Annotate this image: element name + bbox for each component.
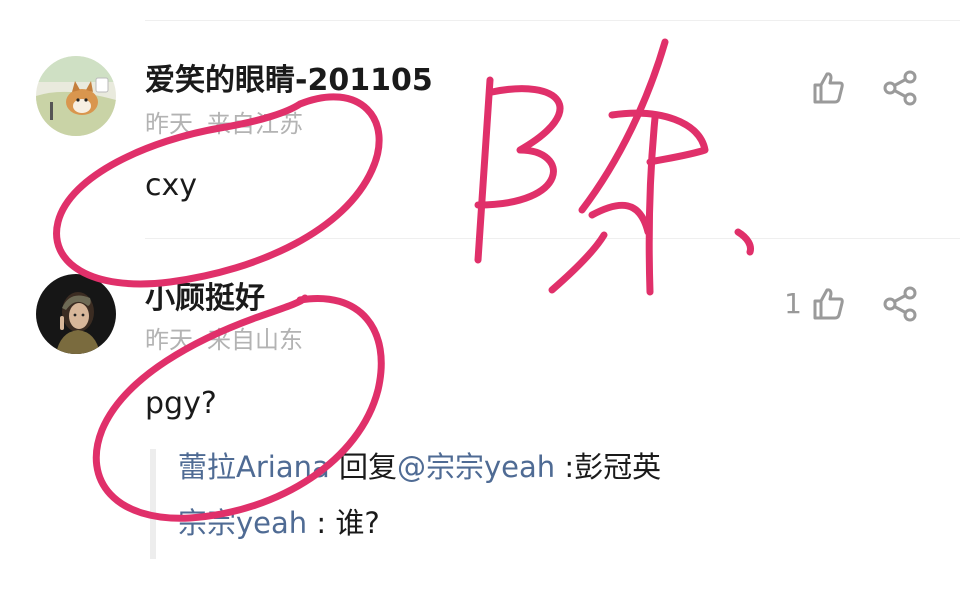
share-icon[interactable] (880, 68, 920, 108)
share-icon[interactable] (880, 284, 920, 324)
reply-separator: : (307, 506, 336, 540)
username[interactable]: 小顾挺好 (145, 281, 265, 317)
ink-stroke (474, 85, 564, 209)
comment-divider (145, 238, 960, 239)
ink-stroke (734, 228, 754, 256)
ink-stroke (588, 201, 652, 236)
comment-meta: 昨天 来自江苏 (145, 109, 303, 139)
corgi-avatar-icon (36, 56, 116, 136)
ink-stroke (578, 38, 669, 214)
comment-actions (808, 68, 920, 108)
ink-stroke (645, 114, 659, 296)
reply-mention[interactable]: @宗宗yeah (397, 450, 555, 484)
comment-text: cxy (145, 168, 198, 203)
reply-author[interactable]: 宗宗yeah (178, 506, 307, 540)
username[interactable]: 爱笑的眼睛-201105 (145, 63, 433, 99)
reply-content: 彭冠英 (574, 450, 662, 484)
like-count: 1 (784, 287, 802, 320)
comment-location: 来自山东 (207, 326, 303, 354)
comment-actions: 1 (784, 284, 920, 324)
thumbs-up-icon[interactable] (808, 68, 848, 108)
top-divider (145, 20, 960, 21)
avatar[interactable] (36, 56, 116, 136)
ink-stroke (474, 76, 494, 264)
reply-thread[interactable]: 蕾拉Ariana 回复@宗宗yeah :彭冠英 宗宗yeah : 谁? (150, 449, 710, 559)
avatar[interactable] (36, 274, 116, 354)
comment-location: 来自江苏 (207, 110, 303, 138)
reply-verb: 回复 (338, 450, 397, 484)
reply-content: 谁? (335, 506, 380, 540)
thumbs-up-icon[interactable] (808, 284, 848, 324)
reply-separator: : (555, 450, 575, 484)
reply-author[interactable]: 蕾拉Ariana (178, 450, 330, 484)
comment-text: pgy? (145, 386, 217, 421)
comment-meta: 昨天 来自山东 (145, 325, 303, 355)
girl-avatar-icon (36, 274, 116, 354)
ink-stroke (548, 231, 608, 294)
comment-time: 昨天 (145, 110, 193, 138)
ink-stroke (608, 109, 709, 166)
reply-item: 宗宗yeah : 谁? (178, 505, 710, 561)
reply-item: 蕾拉Ariana 回复@宗宗yeah :彭冠英 (178, 449, 710, 505)
comment-time: 昨天 (145, 326, 193, 354)
